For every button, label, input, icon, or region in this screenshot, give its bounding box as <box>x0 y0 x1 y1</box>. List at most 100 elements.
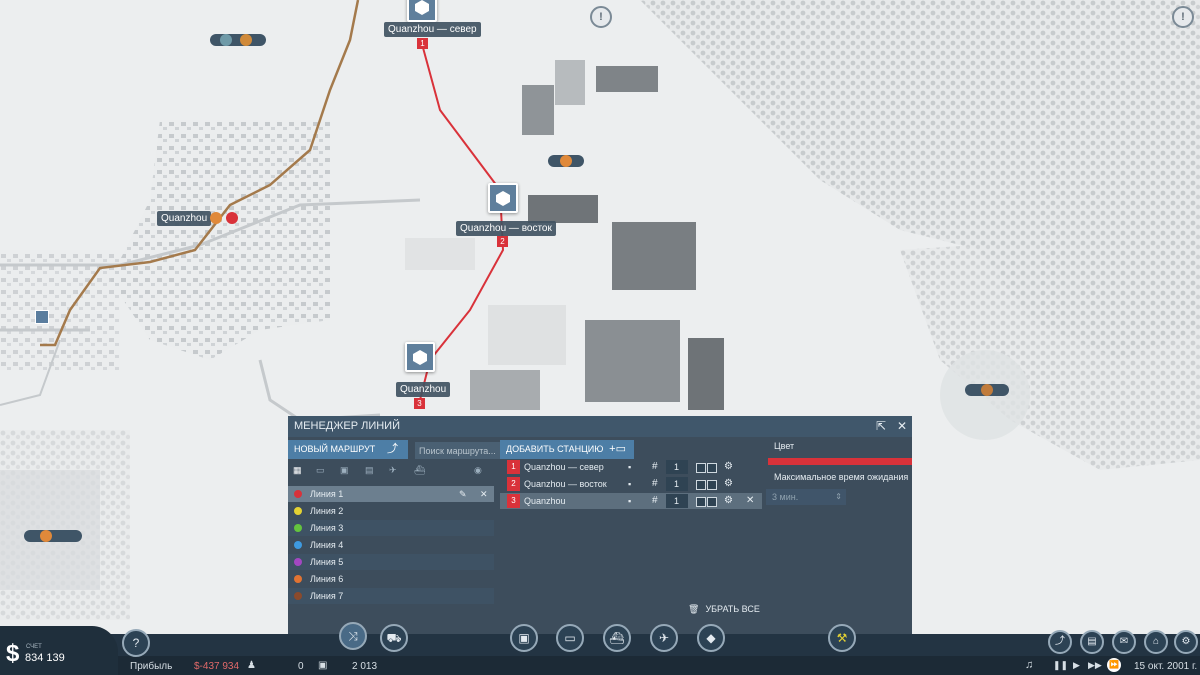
fastest-icon[interactable]: ⏩ <box>1107 658 1121 672</box>
unload-checkbox[interactable] <box>707 463 717 473</box>
vehicles-list-button[interactable]: ▤ <box>1080 630 1104 654</box>
cargo-icon: ▣ <box>318 660 328 671</box>
popout-icon[interactable]: ⇱ <box>874 419 888 433</box>
route-add-icon: ⤴ <box>387 443 398 455</box>
station-label-east[interactable]: Quanzhou — восток <box>456 221 556 236</box>
station-pin-north[interactable] <box>407 0 437 22</box>
ship-button[interactable]: ⛴ <box>603 624 631 652</box>
cargo-icon[interactable]: ⚙ <box>724 493 733 509</box>
stop-number: 2 <box>507 477 520 491</box>
remove-stop-icon[interactable]: ✕ <box>746 493 754 509</box>
load-checkbox[interactable] <box>696 480 706 490</box>
line-color-dot <box>294 524 302 532</box>
pause-icon[interactable]: ❚❚ <box>1053 660 1068 671</box>
cargo-icon[interactable]: ⚙ <box>724 459 733 475</box>
help-button[interactable]: ? <box>122 629 150 657</box>
max-wait-select[interactable]: 3 мин. ⇕ <box>766 489 846 505</box>
line-color-dot <box>294 575 302 583</box>
truck-filter-icon[interactable]: ▤ <box>365 465 379 477</box>
passenger-icon: ♟ <box>247 660 256 671</box>
stop-number: 3 <box>507 494 520 508</box>
count-field[interactable]: 1 <box>666 477 688 491</box>
alert-icon[interactable]: ! <box>1172 6 1194 28</box>
add-station-button[interactable]: ДОБАВИТЬ СТАНЦИЮ +▭ <box>500 440 634 459</box>
ship-filter-icon[interactable]: ⛴ <box>414 465 428 477</box>
dollar-icon: $ <box>6 640 20 667</box>
line-label: Линия 3 <box>310 523 344 533</box>
color-label: Цвет <box>774 441 795 451</box>
industry-marker[interactable] <box>548 155 584 167</box>
fast-forward-icon[interactable]: ▶▶ <box>1088 660 1102 671</box>
alert-icon[interactable]: ! <box>590 6 612 28</box>
close-icon[interactable]: ✕ <box>895 419 909 433</box>
line-color-dot <box>294 507 302 515</box>
line-item-2[interactable]: Линия 2 <box>288 503 494 519</box>
station-pin-east[interactable] <box>488 183 518 213</box>
load-icon[interactable]: ▪ <box>628 493 631 509</box>
count-field[interactable]: 1 <box>666 460 688 474</box>
new-route-button[interactable]: НОВЫЙ МАРШРУТ ⤴ <box>288 440 408 459</box>
line-item-5[interactable]: Линия 5 <box>288 554 494 570</box>
terrain-button[interactable]: ◆ <box>697 624 725 652</box>
cities-button[interactable]: ⌂ <box>1144 630 1168 654</box>
unload-checkbox[interactable] <box>707 497 717 507</box>
bulldozer-button[interactable]: ⚒ <box>828 624 856 652</box>
visibility-icon[interactable]: ◉ <box>474 465 488 477</box>
line-item-1[interactable]: Линия 1 ✎ ✕ <box>288 486 494 502</box>
count-field[interactable]: 1 <box>666 494 688 508</box>
settings-button[interactable]: ⚙ <box>1174 630 1198 654</box>
line-color-swatch[interactable] <box>768 458 912 465</box>
profit-value: $-437 934 <box>194 661 240 672</box>
edit-icon[interactable]: ✎ <box>459 486 467 502</box>
remove-all-button[interactable]: 🗑 УБРАТЬ ВСЕ <box>688 604 760 615</box>
load-icon[interactable]: ▪ <box>628 459 631 475</box>
messages-button[interactable]: ✉ <box>1112 630 1136 654</box>
load-icon[interactable]: ▪ <box>628 476 631 492</box>
grid-filter-icon[interactable]: ▦ <box>293 465 307 477</box>
line-item-3[interactable]: Линия 3 <box>288 520 494 536</box>
line-item-7[interactable]: Линия 7 <box>288 588 494 604</box>
industry-marker[interactable] <box>210 34 266 46</box>
max-wait-label: Максимальное время ожидания <box>774 472 909 482</box>
industry-marker[interactable] <box>24 530 82 542</box>
line-label: Линия 4 <box>310 540 344 550</box>
stop-number-2: 2 <box>497 236 508 247</box>
stop-number-1: 1 <box>417 38 428 49</box>
stop-number: 1 <box>507 460 520 474</box>
account-box: $ СЧЕТ 834 139 <box>0 626 118 675</box>
station-label-south[interactable]: Quanzhou <box>396 382 451 397</box>
search-input[interactable] <box>415 442 505 459</box>
cargo-icon[interactable]: ⚙ <box>724 476 733 492</box>
station-label-north[interactable]: Quanzhou — север <box>384 22 481 37</box>
stop-row-2[interactable]: 2 Quanzhou — восток ▪ # 1 ⚙ <box>500 476 762 492</box>
panel-title: МЕНЕДЖЕР ЛИНИЙ <box>294 420 400 432</box>
stepper-icon: ⇕ <box>835 492 842 501</box>
bus-button[interactable]: ▣ <box>510 624 538 652</box>
plane-button[interactable]: ✈ <box>650 624 678 652</box>
industry-marker[interactable] <box>965 384 1009 396</box>
play-icon[interactable]: ▶ <box>1073 660 1080 671</box>
stop-row-1[interactable]: 1 Quanzhou — север ▪ # 1 ⚙ <box>500 459 762 475</box>
unload-checkbox[interactable] <box>707 480 717 490</box>
train-filter-icon[interactable]: ▭ <box>316 465 330 477</box>
stop-row-3[interactable]: 3 Quanzhou ▪ # 1 ⚙ ✕ <box>500 493 762 509</box>
music-icon[interactable]: ♫ <box>1025 659 1033 671</box>
vehicle-button[interactable]: ⛟ <box>380 624 408 652</box>
line-label: Линия 6 <box>310 574 344 584</box>
load-checkbox[interactable] <box>696 463 706 473</box>
city-label[interactable]: Quanzhou <box>157 211 212 226</box>
route-button[interactable]: ⤴ <box>1048 630 1072 654</box>
plane-filter-icon[interactable]: ✈ <box>389 465 403 477</box>
bus-stop-icon[interactable] <box>35 310 49 324</box>
line-item-6[interactable]: Линия 6 <box>288 571 494 587</box>
train-button[interactable]: ▭ <box>556 624 584 652</box>
balance-value: 834 139 <box>25 652 65 664</box>
delete-icon[interactable]: ✕ <box>480 486 488 502</box>
goods-icon <box>210 212 222 224</box>
line-item-4[interactable]: Линия 4 <box>288 537 494 553</box>
bus-filter-icon[interactable]: ▣ <box>340 465 354 477</box>
load-checkbox[interactable] <box>696 497 706 507</box>
station-pin-south[interactable] <box>405 342 435 372</box>
line-manager-button[interactable]: ⤨ <box>339 622 367 650</box>
line-color-dot <box>294 541 302 549</box>
